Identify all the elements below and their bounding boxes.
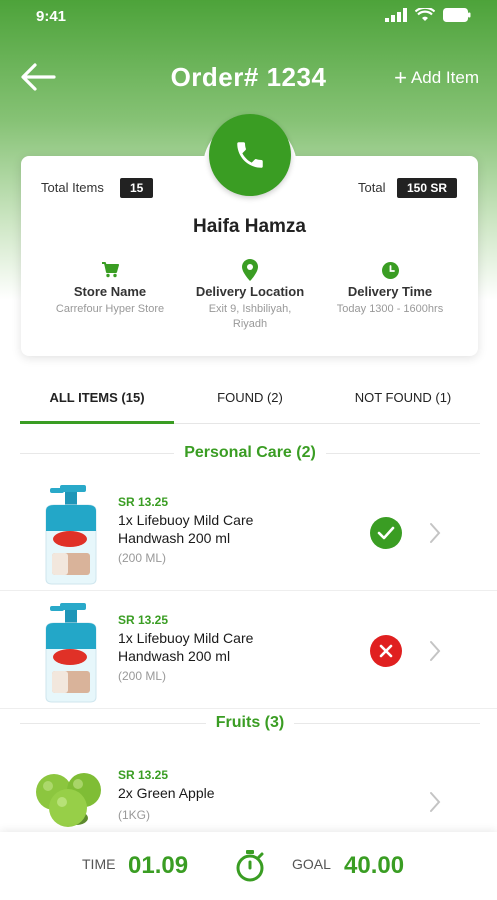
tab-all-items[interactable]: ALL ITEMS (15): [20, 380, 174, 424]
item-name: 1x Lifebuoy Mild Care Handwash 200 ml: [118, 512, 254, 546]
customer-name: Haifa Hamza: [193, 216, 306, 237]
item-name: 2x Green Apple: [118, 785, 215, 801]
call-button[interactable]: [209, 114, 291, 196]
location-pin-icon: [180, 259, 320, 281]
store-value: Carrefour Hyper Store: [55, 303, 165, 315]
divider: [294, 722, 481, 724]
phone-icon: [237, 142, 263, 168]
clock-icon: [320, 260, 460, 280]
plus-icon: +: [394, 65, 407, 90]
total-items-label: Total Items: [41, 180, 104, 195]
delivery-location-title: Delivery Location: [195, 284, 305, 299]
timer-bar: TIME 01.09 GOAL 40.00: [0, 832, 497, 900]
store-title: Store Name: [73, 284, 147, 299]
item-size: (200 ML): [118, 669, 167, 683]
divider: [20, 722, 206, 724]
goal-value: 40.00: [344, 852, 405, 879]
divider: [325, 452, 481, 454]
add-item-label: Add Item: [410, 68, 479, 87]
section-header: Personal Care (2): [20, 441, 481, 465]
not-found-x-icon[interactable]: [370, 635, 402, 667]
tab-found[interactable]: FOUND (2): [174, 380, 326, 424]
item-filter-tabs: ALL ITEMS (15) FOUND (2) NOT FOUND (1): [20, 380, 480, 424]
item-price: SR 13.25: [118, 613, 169, 627]
delivery-location-info: Delivery Location Exit 9, Ishbiliyah, Ri…: [180, 259, 320, 332]
item-size: (1KG): [118, 808, 151, 822]
wifi-icon: [415, 8, 435, 21]
list-item[interactable]: SR 13.25 1x Lifebuoy Mild Care Handwash …: [0, 591, 497, 709]
battery-icon: [443, 8, 471, 22]
goal-label: GOAL: [292, 856, 331, 872]
total-items-value: 15: [120, 178, 154, 198]
divider: [20, 452, 175, 454]
status-bar: 9:41: [0, 0, 497, 34]
add-item-button[interactable]: + Add Item: [394, 65, 479, 90]
delivery-location-value: Exit 9, Ishbiliyah, Riyadh: [208, 303, 292, 330]
total-label: Total: [358, 180, 386, 195]
cart-icon: [40, 260, 180, 280]
found-check-icon[interactable]: [370, 517, 402, 549]
tab-not-found[interactable]: NOT FOUND (1): [326, 380, 480, 424]
time-value: 01.09: [128, 852, 189, 879]
status-time: 9:41: [36, 8, 67, 25]
status-icons: [385, 8, 471, 22]
delivery-time-info: Delivery Time Today 1300 - 1600hrs: [320, 260, 460, 317]
item-size: (200 ML): [118, 551, 167, 565]
list-item[interactable]: SR 13.25 1x Lifebuoy Mild Care Handwash …: [0, 473, 497, 591]
section-title: Personal Care (2): [184, 444, 316, 461]
item-price: SR 13.25: [118, 768, 169, 782]
handwash-bottle-image: [45, 603, 97, 703]
handwash-bottle-image: [45, 485, 97, 585]
stopwatch-icon: [236, 850, 264, 882]
total-value: 150 SR: [397, 178, 458, 198]
section-title: Fruits (3): [215, 714, 285, 731]
nav-bar: Order# 1234 + Add Item: [0, 56, 497, 100]
store-info: Store Name Carrefour Hyper Store: [40, 260, 180, 317]
chevron-right-icon[interactable]: [428, 639, 442, 663]
time-label: TIME: [82, 856, 116, 872]
item-name: 1x Lifebuoy Mild Care Handwash 200 ml: [118, 630, 254, 664]
delivery-time-value: Today 1300 - 1600hrs: [336, 303, 444, 315]
item-price: SR 13.25: [118, 495, 169, 509]
delivery-time-title: Delivery Time: [347, 284, 433, 299]
chevron-right-icon[interactable]: [428, 790, 442, 814]
green-apple-image: [36, 773, 101, 827]
signal-icon: [385, 8, 407, 22]
chevron-right-icon[interactable]: [428, 521, 442, 545]
section-header: Fruits (3): [20, 711, 481, 735]
